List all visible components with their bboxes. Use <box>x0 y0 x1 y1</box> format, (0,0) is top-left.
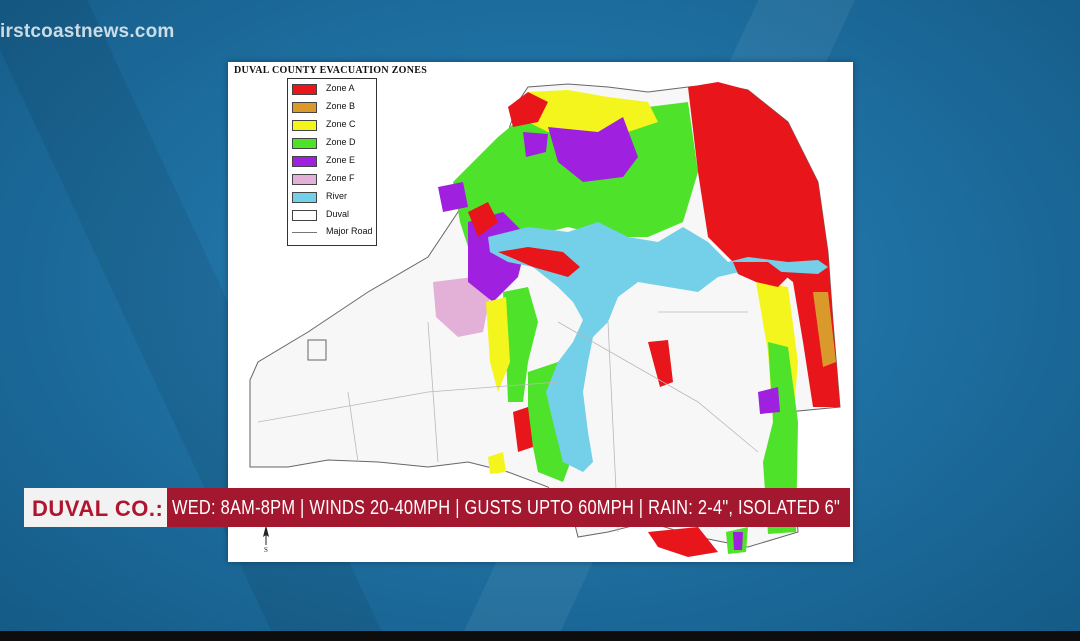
legend-swatch <box>292 120 317 131</box>
zone-e-area <box>438 182 468 212</box>
legend-label: Duval <box>326 209 350 219</box>
legend-item-zone-f: Zone F <box>292 172 376 186</box>
legend-item-zone-c: Zone C <box>292 118 376 132</box>
legend-label: Zone F <box>326 173 355 183</box>
legend-swatch <box>292 102 317 113</box>
legend-swatch <box>292 210 317 221</box>
legend-item-duval: Duval <box>292 208 376 222</box>
lower-third-banner: DUVAL CO.: WED: 8AM-8PM | WINDS 20-40MPH… <box>24 488 850 527</box>
legend-swatch <box>292 138 317 149</box>
legend-label: Zone D <box>326 137 356 147</box>
legend-item-river: River <box>292 190 376 204</box>
legend-label: Zone A <box>326 83 355 93</box>
legend-swatch <box>292 156 317 167</box>
legend-road-line <box>292 232 317 233</box>
legend-item-zone-e: Zone E <box>292 154 376 168</box>
map-legend: Zone A Zone B Zone C Zone D Zone E Zone … <box>287 78 377 246</box>
legend-label: River <box>326 191 348 201</box>
zone-e-area <box>733 532 743 550</box>
legend-swatch <box>292 192 317 203</box>
legend-item-zone-d: Zone D <box>292 136 376 150</box>
map-title: DUVAL COUNTY EVACUATION ZONES <box>234 65 428 76</box>
bottom-bar <box>0 631 1080 641</box>
legend-label: Zone E <box>326 155 356 165</box>
legend-item-zone-b: Zone B <box>292 100 376 114</box>
lower-third-location: DUVAL CO.: <box>32 496 164 521</box>
legend-swatch <box>292 174 317 185</box>
legend-label: Major Road <box>326 226 373 236</box>
station-watermark: irstcoastnews.com <box>0 21 175 42</box>
lower-third-location-box: DUVAL CO.: <box>24 488 167 527</box>
lower-third-details: WED: 8AM-8PM | WINDS 20-40MPH | GUSTS UP… <box>172 497 841 519</box>
compass-label: S <box>264 546 268 553</box>
legend-swatch <box>292 84 317 95</box>
legend-label: Zone B <box>326 101 356 111</box>
compass-icon: S <box>263 525 269 553</box>
legend-item-zone-a: Zone A <box>292 82 376 96</box>
legend-label: Zone C <box>326 119 356 129</box>
legend-item-major-road: Major Road <box>292 225 376 239</box>
